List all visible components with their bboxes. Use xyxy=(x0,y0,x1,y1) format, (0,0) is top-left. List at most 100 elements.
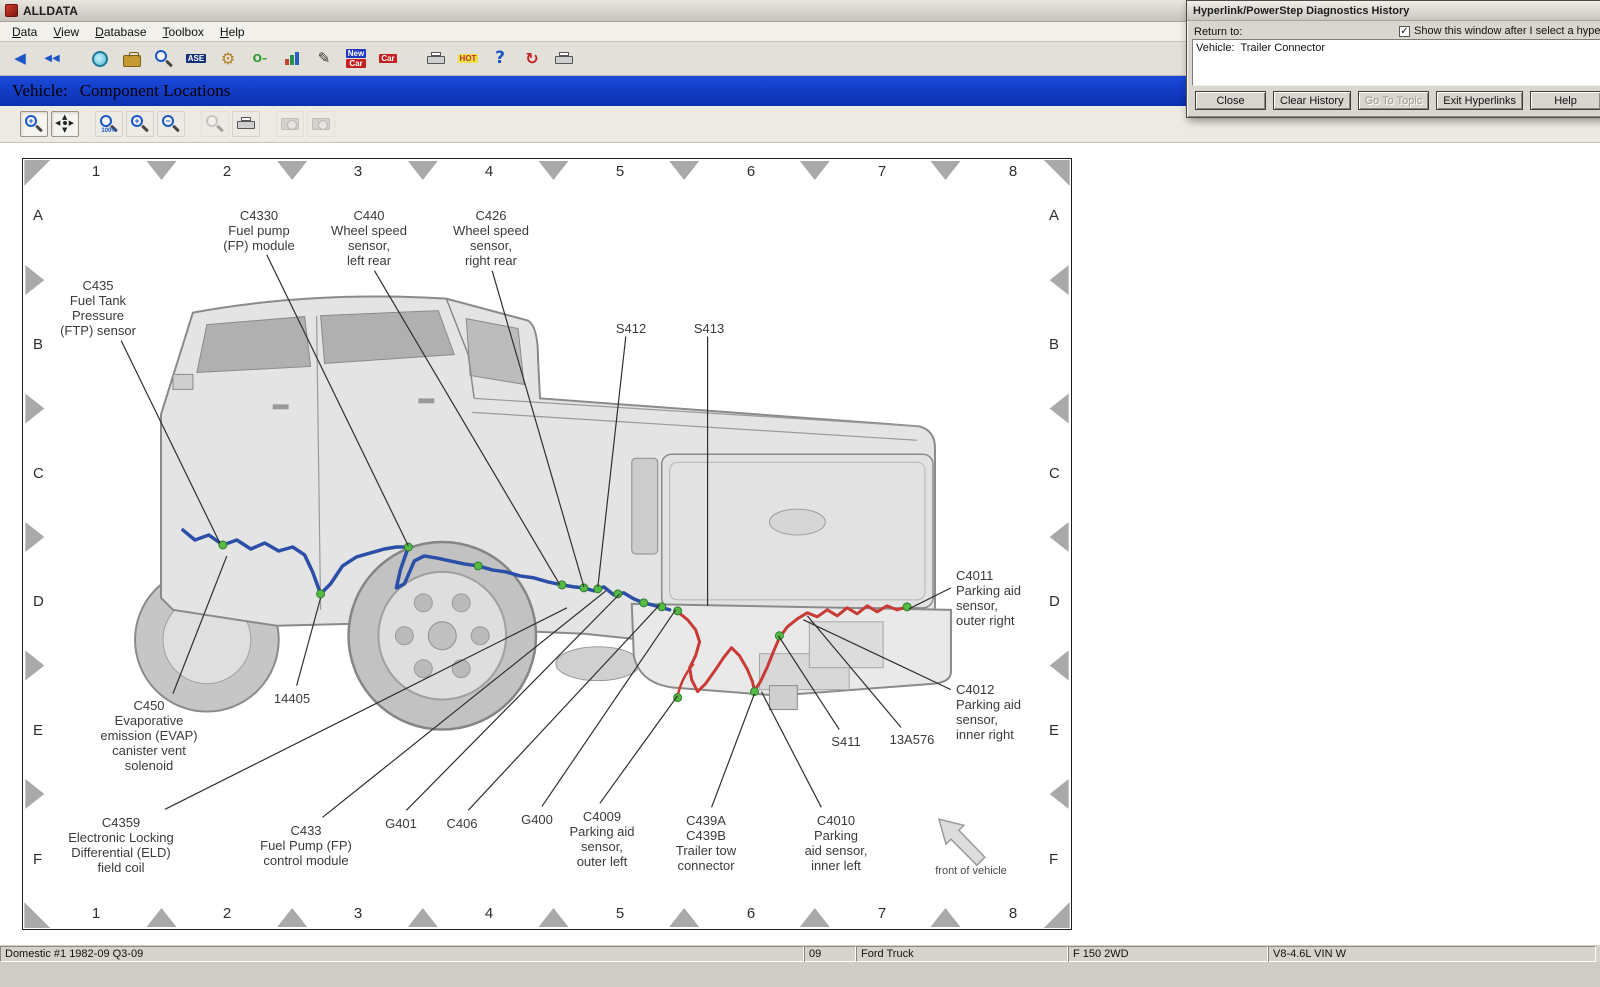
zoom-in-button[interactable]: + xyxy=(20,111,48,137)
status-segment-0: Domestic #1 1982-09 Q3-09 xyxy=(0,946,804,962)
status-segment-2: Ford Truck xyxy=(856,946,1068,962)
toolbar-separator xyxy=(263,106,273,142)
toolbar-separator xyxy=(188,106,198,142)
world-icon[interactable] xyxy=(86,46,114,72)
help-icon[interactable]: ? xyxy=(486,46,514,72)
grid-label-right-E: E xyxy=(1049,722,1059,739)
grid-label-bottom-1: 1 xyxy=(86,905,106,922)
show-window-checkbox[interactable]: ✓ xyxy=(1399,26,1410,37)
grid-label-bottom-7: 7 xyxy=(872,905,892,922)
grid-label-left-C: C xyxy=(33,465,44,482)
connector-dot[interactable] xyxy=(640,599,648,607)
show-window-option[interactable]: ✓ Show this window after I select a hype xyxy=(1399,25,1600,37)
show-window-checkbox-label: Show this window after I select a hype xyxy=(1414,25,1600,37)
zoom-plus-button[interactable]: + xyxy=(126,111,154,137)
dialog-title: Hyperlink/PowerStep Diagnostics History xyxy=(1193,5,1409,17)
briefcase-icon[interactable] xyxy=(118,46,146,72)
screen: ALLDATA DataViewDatabaseToolboxHelp ◀◀◀A… xyxy=(0,0,1600,987)
grid-label-bottom-3: 3 xyxy=(348,905,368,922)
toolbar-separator xyxy=(82,106,92,142)
print-diagram-button[interactable] xyxy=(232,111,260,137)
grid-label-top-5: 5 xyxy=(610,163,630,180)
hyperlink-history-dialog: Hyperlink/PowerStep Diagnostics History … xyxy=(1186,0,1600,118)
grid-label-left-D: D xyxy=(33,593,44,610)
grid-label-right-C: C xyxy=(1049,465,1060,482)
window-title: ALLDATA xyxy=(23,4,78,18)
grid-label-top-2: 2 xyxy=(217,163,237,180)
notes-icon[interactable]: ✎ xyxy=(310,46,338,72)
grid-label-top-8: 8 xyxy=(1003,163,1023,180)
grid-label-right-A: A xyxy=(1049,207,1059,224)
car-refresh-icon[interactable]: ↻ xyxy=(518,46,546,72)
status-segment-4: V8-4.6L VIN W xyxy=(1268,946,1596,962)
front-of-vehicle-arrow xyxy=(939,819,985,865)
menu-view[interactable]: View xyxy=(45,23,87,41)
connector-dot[interactable] xyxy=(404,543,412,551)
popup-button-go-to-topic[interactable]: Go To Topic xyxy=(1358,91,1430,110)
diagram-canvas xyxy=(23,159,1071,929)
grid-label-bottom-6: 6 xyxy=(741,905,761,922)
alldata-app-icon xyxy=(5,4,18,17)
popup-button-clear-history[interactable]: Clear History xyxy=(1273,91,1351,110)
window-bottom-edge xyxy=(0,962,1600,987)
toolbar-separator xyxy=(406,42,418,75)
popup-button-exit-hyperlinks[interactable]: Exit Hyperlinks xyxy=(1436,91,1523,110)
popup-button-help[interactable]: Help xyxy=(1530,91,1600,110)
connector-dot[interactable] xyxy=(903,603,911,611)
return-to-label: Return to: xyxy=(1194,26,1242,38)
car-icon[interactable]: Car xyxy=(374,46,402,72)
vehicle-search-icon[interactable] xyxy=(150,46,178,72)
print-icon[interactable] xyxy=(422,46,450,72)
new-car-icon[interactable]: NewCar xyxy=(342,46,370,72)
grid-label-bottom-4: 4 xyxy=(479,905,499,922)
grid-label-right-F: F xyxy=(1049,851,1058,868)
dialog-titlebar: Hyperlink/PowerStep Diagnostics History xyxy=(1187,1,1600,21)
zoom-100-button[interactable]: 100% xyxy=(95,111,123,137)
menu-toolbox[interactable]: Toolbox xyxy=(155,23,212,41)
leader-line-g400 xyxy=(542,610,676,806)
grid-label-top-1: 1 xyxy=(86,163,106,180)
status-bar: Domestic #1 1982-09 Q3-0909Ford TruckF 1… xyxy=(0,944,1600,962)
connector-dot[interactable] xyxy=(558,581,566,589)
grid-label-bottom-2: 2 xyxy=(217,905,237,922)
snapshot2-button[interactable] xyxy=(307,111,335,137)
grid-label-bottom-5: 5 xyxy=(610,905,630,922)
connector-dot[interactable] xyxy=(658,603,666,611)
zoom-minus-button[interactable]: − xyxy=(157,111,185,137)
grid-label-top-3: 3 xyxy=(348,163,368,180)
component-diagram[interactable]: 1122334455667788AABBCCDDEEFFC4330 Fuel p… xyxy=(22,158,1072,930)
vehicle-bar-value: Component Locations xyxy=(80,81,231,101)
grid-label-top-4: 4 xyxy=(479,163,499,180)
menu-help[interactable]: Help xyxy=(212,23,253,41)
gears-icon[interactable]: ⚙ xyxy=(214,46,242,72)
connector-dot[interactable] xyxy=(775,632,783,640)
connector-dot[interactable] xyxy=(317,590,325,598)
reports-icon[interactable] xyxy=(278,46,306,72)
key-icon[interactable]: O– xyxy=(246,46,274,72)
history-back-icon[interactable]: ◀◀ xyxy=(38,46,66,72)
snapshot-button[interactable] xyxy=(276,111,304,137)
popup-history-list[interactable]: Vehicle: Trailer Connector xyxy=(1192,39,1600,86)
grid-label-top-7: 7 xyxy=(872,163,892,180)
grid-label-top-6: 6 xyxy=(741,163,761,180)
popup-buttons: Close Clear History Go To Topic Exit Hyperl… xyxy=(1195,91,1600,110)
grid-label-right-D: D xyxy=(1049,593,1060,610)
grid-label-left-B: B xyxy=(33,336,43,353)
menu-database[interactable]: Database xyxy=(87,23,154,41)
ase-badge-icon[interactable]: ASE xyxy=(182,46,210,72)
fax-print-icon[interactable] xyxy=(550,46,578,72)
pan-button[interactable]: ▲▼◀▶ xyxy=(51,111,79,137)
toolbar-separator xyxy=(70,42,82,75)
hot-icon[interactable]: HOT xyxy=(454,46,482,72)
status-segment-1: 09 xyxy=(804,946,856,962)
history-item[interactable]: Vehicle: Trailer Connector xyxy=(1196,42,1600,54)
back-icon[interactable]: ◀ xyxy=(6,46,34,72)
menu-data[interactable]: Data xyxy=(4,23,45,41)
popup-button-close[interactable]: Close xyxy=(1195,91,1266,110)
zoom-inactive-button[interactable] xyxy=(201,111,229,137)
leader-line-c439ab xyxy=(712,694,755,808)
status-segment-3: F 150 2WD xyxy=(1068,946,1268,962)
grid-label-bottom-8: 8 xyxy=(1003,905,1023,922)
vehicle-bar-label: Vehicle: xyxy=(12,81,68,101)
connector-dot[interactable] xyxy=(474,562,482,570)
